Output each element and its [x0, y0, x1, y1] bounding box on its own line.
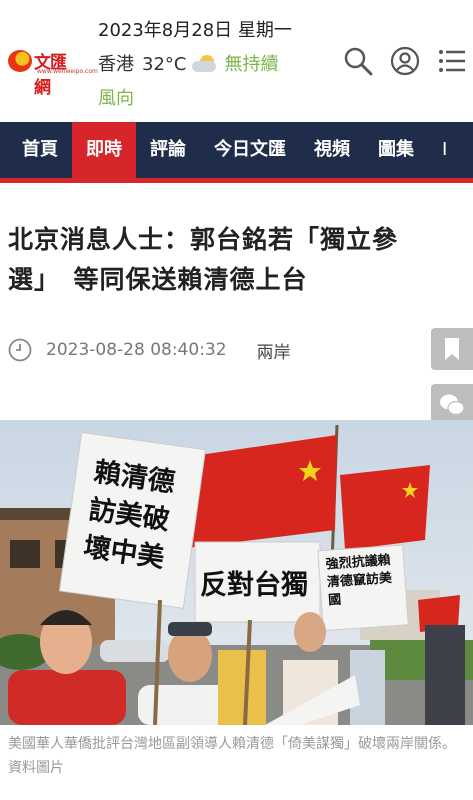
article-title-line2: 選」 等同保送賴清德上台 [8, 265, 308, 294]
wechat-icon [440, 394, 465, 416]
protest-sign-3: 強烈抗議賴清德竄訪美國 [325, 552, 393, 609]
protest-sign-1: 賴清德訪美破壞中美 [81, 456, 177, 574]
weather-city: 香港 [98, 54, 134, 75]
nav-item-instant[interactable]: 即時 [72, 122, 136, 178]
partly-cloudy-icon [192, 55, 218, 73]
logo-url: www.wenweipo.com [37, 68, 98, 75]
user-icon[interactable] [390, 46, 420, 76]
search-icon[interactable] [343, 46, 373, 76]
nav-item-home[interactable]: 首頁 [0, 122, 72, 178]
article-meta: 2023-08-28 08:40:32 兩岸 [8, 336, 291, 364]
nav-item-more[interactable]: I [428, 122, 447, 178]
bookmark-icon [445, 338, 459, 360]
article-title-line1: 北京消息人士：郭台銘若「獨立參 [8, 225, 399, 254]
weather-temperature: 32°C [142, 54, 187, 75]
article-photo: 賴清德訪美破壞中美 反對台獨 強烈抗議賴清德竄訪美國 [0, 420, 473, 725]
menu-icon[interactable] [437, 46, 467, 76]
nav-divider [0, 178, 473, 183]
nav-item-video[interactable]: 視頻 [300, 122, 364, 178]
logo-swirl-icon [8, 50, 32, 72]
photo-caption: 美國華人華僑批評台灣地區副領導人賴清德「倚美謀獨」破壞兩岸關係。資料圖片 [8, 736, 456, 776]
bookmark-button[interactable] [431, 328, 473, 370]
main-nav: 首頁 即時 評論 今日文匯 視頻 圖集 I [0, 122, 473, 178]
site-logo[interactable]: 文匯網 www.wenweipo.com [8, 48, 98, 98]
nav-item-today[interactable]: 今日文匯 [200, 122, 300, 178]
nav-item-opinion[interactable]: 評論 [136, 122, 200, 178]
clock-icon [8, 338, 32, 362]
protest-sign-2: 反對台獨 [200, 570, 308, 601]
article-datetime: 2023-08-28 08:40:32 [46, 340, 227, 360]
site-header: 文匯網 www.wenweipo.com 2023年8月28日 星期一 香港 32… [0, 0, 473, 122]
header-date: 2023年8月28日 星期一 [98, 20, 292, 41]
weather-info: 香港 32°C 無持續 [98, 50, 278, 76]
article-category[interactable]: 兩岸 [257, 338, 291, 363]
nav-item-gallery[interactable]: 圖集 [364, 122, 428, 178]
weather-wind-direction: 風向 [98, 88, 134, 109]
weather-wind: 無持續 [224, 54, 279, 75]
article-title: 北京消息人士：郭台銘若「獨立參 選」 等同保送賴清德上台 [8, 220, 466, 300]
